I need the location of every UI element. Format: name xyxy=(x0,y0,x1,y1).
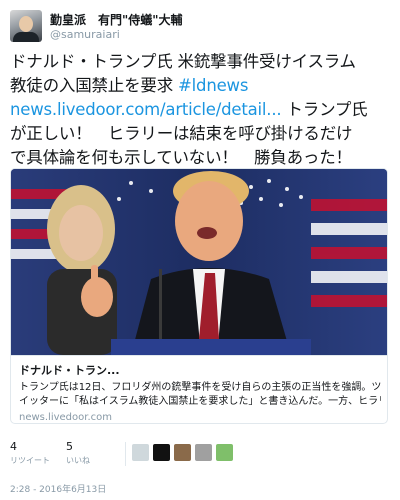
like-count: 5 xyxy=(66,440,73,453)
like-stat[interactable]: 5 いいね xyxy=(66,440,90,466)
link-preview-card[interactable]: ドナルド・トラン... トランプ氏は12日、フロリダ州の銃撃事件を受け自らの主張… xyxy=(10,168,388,424)
tweet-line-2: 教徒の入国禁止を要求 #ldnews xyxy=(10,74,394,98)
liker-avatar[interactable] xyxy=(174,444,191,461)
article-link[interactable]: news.livedoor.com/article/detail... xyxy=(10,100,282,119)
tweet-line-3: news.livedoor.com/article/detail... トランプ… xyxy=(10,98,394,122)
user-display-name[interactable]: 勤皇派 有門"侍蟻"大輔 xyxy=(50,11,183,28)
hashtag-link[interactable]: #ldnews xyxy=(178,76,248,95)
liker-avatar[interactable] xyxy=(216,444,233,461)
tweet-text: ドナルド・トランプ氏 米銃撃事件受けイスラム 教徒の入国禁止を要求 #ldnew… xyxy=(10,50,394,170)
tweet-stats: 4 リツイート 5 いいね xyxy=(10,440,390,470)
liker-avatar[interactable] xyxy=(153,444,170,461)
tweet-line-2-text: 教徒の入国禁止を要求 xyxy=(10,76,179,95)
liker-avatar[interactable] xyxy=(195,444,212,461)
tweet-line-1: ドナルド・トランプ氏 米銃撃事件受けイスラム xyxy=(10,52,356,71)
card-domain: news.livedoor.com xyxy=(19,412,112,423)
card-description: トランプ氏は12日、フロリダ州の銃撃事件を受け自らの主張の正当性を強調。ツ イッ… xyxy=(19,381,381,409)
liker-avatar[interactable] xyxy=(132,444,149,461)
retweet-label: リツイート xyxy=(10,456,50,465)
tweet-header: 勤皇派 有門"侍蟻"大輔 @samuraiari xyxy=(10,10,390,46)
user-avatar[interactable] xyxy=(10,10,42,42)
user-handle[interactable]: @samuraiari xyxy=(50,28,120,41)
stats-divider xyxy=(125,442,126,466)
card-description-line-1: トランプ氏は12日、フロリダ州の銃撃事件を受け自らの主張の正当性を強調。ツ xyxy=(19,382,381,393)
tweet-line-3-text: トランプ氏 xyxy=(281,100,368,119)
tweet-line-5: で具体論を何も示していない！ 勝負あった！ xyxy=(10,148,352,167)
retweet-stat[interactable]: 4 リツイート xyxy=(10,440,50,466)
card-title[interactable]: ドナルド・トラン... xyxy=(19,362,379,378)
card-image[interactable] xyxy=(11,169,387,355)
card-description-line-2: イッターに「私はイスラム教徒入国禁止を要求した」と書き込んだ。一方、ヒラリ xyxy=(19,396,381,407)
retweet-count: 4 xyxy=(10,440,17,453)
card-body[interactable]: ドナルド・トラン... トランプ氏は12日、フロリダ州の銃撃事件を受け自らの主張… xyxy=(11,355,387,423)
tweet-timestamp[interactable]: 2:28 - 2016年6月13日 xyxy=(10,482,106,495)
tweet-line-4: が正しい！ ヒラリーは結束を呼び掛けるだけ xyxy=(10,124,353,143)
like-label: いいね xyxy=(66,456,90,465)
